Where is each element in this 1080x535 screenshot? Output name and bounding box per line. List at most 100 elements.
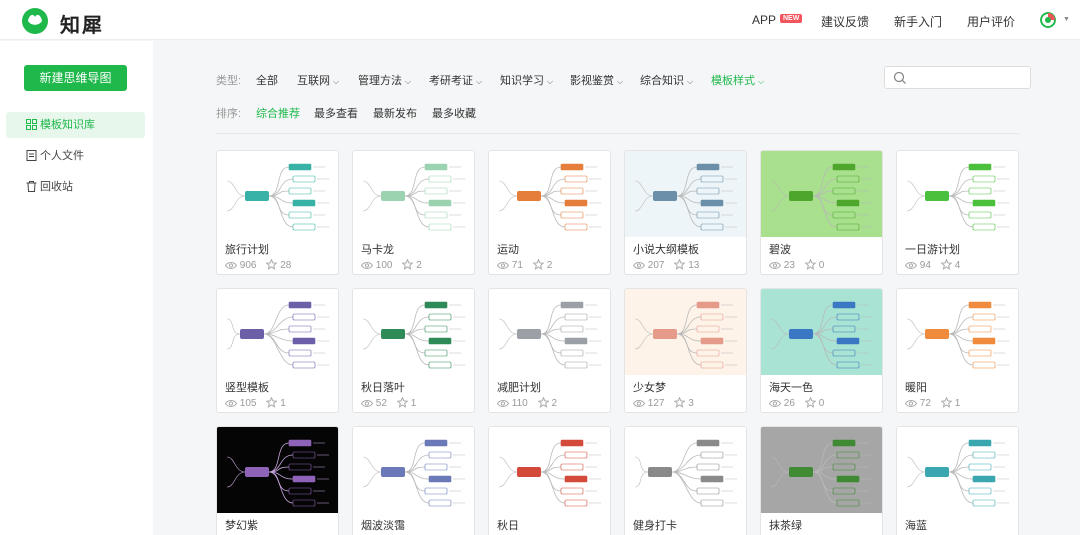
chevron-down-icon: ⌵ <box>758 77 765 86</box>
type-filter-exams[interactable]: 考研考证 ⌵ <box>429 72 482 88</box>
template-thumbnail[interactable] <box>489 151 610 237</box>
eye-icon <box>497 400 509 407</box>
star-icon[interactable] <box>674 259 686 270</box>
template-card[interactable]: 海天一色 26 0 <box>760 288 883 413</box>
view-count: 71 <box>511 260 523 271</box>
template-card[interactable]: 暖阳 72 1 <box>896 288 1019 413</box>
sort-most-favorited[interactable]: 最多收藏 <box>432 105 476 121</box>
nav-feedback-link[interactable]: 建议反馈 <box>821 13 869 30</box>
star-icon[interactable] <box>266 397 278 408</box>
sort-newest[interactable]: 最新发布 <box>373 105 417 121</box>
type-filter-management[interactable]: 管理方法 ⌵ <box>358 72 411 88</box>
template-title: 秋日 <box>497 520 519 532</box>
type-filter-all[interactable]: 全部 <box>256 72 278 88</box>
brand-name[interactable]: 知犀 <box>60 9 104 38</box>
trash-icon <box>26 181 37 192</box>
nav-reviews-link[interactable]: 用户评价 <box>967 13 1015 30</box>
star-icon[interactable] <box>402 259 414 270</box>
template-card[interactable]: 少女梦 127 3 <box>624 288 747 413</box>
template-thumbnail[interactable] <box>217 289 338 375</box>
template-card[interactable]: 碧波 23 0 <box>760 150 883 275</box>
star-icon[interactable] <box>537 397 549 408</box>
eye-icon <box>361 262 373 269</box>
template-thumbnail[interactable] <box>897 151 1018 237</box>
template-thumbnail[interactable] <box>489 289 610 375</box>
template-thumbnail[interactable] <box>625 151 746 237</box>
eye-icon <box>769 400 781 407</box>
type-filter-general[interactable]: 综合知识 ⌵ <box>640 72 693 88</box>
sort-recommended[interactable]: 综合推荐 <box>256 105 300 121</box>
star-icon[interactable] <box>804 259 816 270</box>
star-icon[interactable] <box>940 259 952 270</box>
star-count: 0 <box>818 260 825 271</box>
template-card[interactable]: 健身打卡 <box>624 426 747 535</box>
user-avatar[interactable] <box>1040 12 1056 28</box>
template-thumbnail[interactable] <box>761 289 882 375</box>
template-thumbnail[interactable] <box>489 427 610 513</box>
template-card[interactable]: 马卡龙 100 2 <box>352 150 475 275</box>
sidebar-item-trash[interactable]: 回收站 <box>6 174 145 200</box>
template-thumbnail[interactable] <box>353 427 474 513</box>
eye-icon <box>361 400 373 407</box>
template-title: 马卡龙 <box>361 244 394 256</box>
star-icon[interactable] <box>396 397 408 408</box>
type-filter-film[interactable]: 影视鉴赏 ⌵ <box>570 72 623 88</box>
new-mindmap-button[interactable]: 新建思维导图 <box>24 65 127 91</box>
template-card[interactable]: 抹茶绿 <box>760 426 883 535</box>
search-input[interactable] <box>884 66 1031 89</box>
template-stats: 127 3 <box>633 397 704 409</box>
template-card[interactable]: 小说大纲模板 207 13 <box>624 150 747 275</box>
star-count: 1 <box>954 398 961 409</box>
star-count: 13 <box>688 260 700 271</box>
template-card[interactable]: 梦幻紫 <box>216 426 339 535</box>
chevron-down-icon: ⌵ <box>547 77 554 86</box>
type-filter-internet[interactable]: 互联网 ⌵ <box>297 72 339 88</box>
template-card[interactable]: 一日游计划 94 4 <box>896 150 1019 275</box>
template-thumbnail[interactable] <box>761 427 882 513</box>
chevron-down-icon: ⌵ <box>333 77 340 86</box>
template-stats: 72 1 <box>905 397 970 409</box>
avatar-dropdown-icon[interactable]: ▼ <box>1063 16 1070 23</box>
template-thumbnail[interactable] <box>217 151 338 237</box>
template-card[interactable]: 竖型模板 105 1 <box>216 288 339 413</box>
logo-icon[interactable] <box>20 5 50 35</box>
star-icon[interactable] <box>804 397 816 408</box>
template-card[interactable]: 运动 71 2 <box>488 150 611 275</box>
template-thumbnail[interactable] <box>897 427 1018 513</box>
template-thumbnail[interactable] <box>625 427 746 513</box>
template-card[interactable]: 秋日 <box>488 426 611 535</box>
template-card[interactable]: 烟波淡霭 <box>352 426 475 535</box>
star-icon[interactable] <box>940 397 952 408</box>
star-icon[interactable] <box>532 259 544 270</box>
template-card[interactable]: 秋日落叶 52 1 <box>352 288 475 413</box>
template-stats: 110 2 <box>497 397 567 409</box>
nav-app-link[interactable]: APP <box>752 13 776 27</box>
star-count: 2 <box>551 398 558 409</box>
sidebar-item-label: 回收站 <box>40 181 73 193</box>
template-thumbnail[interactable] <box>625 289 746 375</box>
template-card[interactable]: 海蓝 <box>896 426 1019 535</box>
template-card[interactable]: 旅行计划 906 28 <box>216 150 339 275</box>
template-thumbnail[interactable] <box>353 289 474 375</box>
sidebar-item-label: 个人文件 <box>40 150 84 162</box>
sidebar-item-personal-files[interactable]: 个人文件 <box>6 143 145 169</box>
top-bar: 知犀 APP NEW 建议反馈 新手入门 用户评价 ▼ <box>0 0 1080 40</box>
template-thumbnail[interactable] <box>761 151 882 237</box>
type-filter-knowledge[interactable]: 知识学习 ⌵ <box>500 72 553 88</box>
template-thumbnail[interactable] <box>897 289 1018 375</box>
star-icon[interactable] <box>266 259 278 270</box>
type-filter-template-style[interactable]: 模板样式 ⌵ <box>711 72 764 88</box>
star-icon[interactable] <box>674 397 686 408</box>
view-count: 100 <box>375 260 393 271</box>
sort-most-viewed[interactable]: 最多查看 <box>314 105 358 121</box>
template-title: 健身打卡 <box>633 520 677 532</box>
sidebar-item-templates[interactable]: 模板知识库 <box>6 112 145 138</box>
view-count: 26 <box>783 398 795 409</box>
template-card[interactable]: 减肥计划 110 2 <box>488 288 611 413</box>
nav-guide-link[interactable]: 新手入门 <box>894 13 942 30</box>
template-thumbnail[interactable] <box>217 427 338 513</box>
view-count: 52 <box>375 398 387 409</box>
template-thumbnail[interactable] <box>353 151 474 237</box>
eye-icon <box>905 262 917 269</box>
template-title: 运动 <box>497 244 519 256</box>
